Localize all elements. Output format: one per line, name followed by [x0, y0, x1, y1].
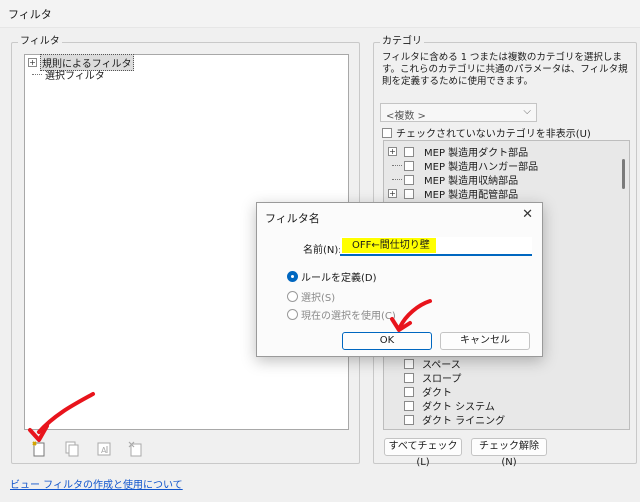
list-item[interactable]: MEP 製造用ハンガー部品 — [388, 159, 539, 173]
cancel-button[interactable]: キャンセル — [440, 332, 530, 350]
radio-button[interactable] — [287, 291, 298, 302]
list-item[interactable]: + MEP 製造用配管部品 — [388, 187, 519, 201]
list-item[interactable]: ダクト — [404, 385, 452, 399]
category-label: MEP 製造用ハンガー部品 — [424, 162, 539, 173]
rename-filter-icon[interactable]: A — [95, 440, 113, 458]
category-checkbox[interactable] — [404, 400, 414, 411]
category-checkbox[interactable] — [404, 160, 414, 171]
category-checkbox[interactable] — [404, 188, 414, 199]
tree-connector — [392, 165, 402, 166]
expand-icon[interactable]: + — [388, 189, 397, 198]
radio-label: ルールを定義(D) — [301, 273, 377, 284]
help-link[interactable]: ビュー フィルタの作成と使用について — [10, 476, 183, 491]
tree-item-label: 選択フィルタ — [45, 71, 105, 82]
chevron-down-icon[interactable]: ⌵ — [523, 106, 531, 117]
category-checkbox[interactable] — [404, 372, 414, 383]
dialog-title: フィルタ名 — [265, 212, 320, 225]
check-all-button[interactable]: すべてチェック(L) — [384, 438, 462, 468]
category-label: MEP 製造用配管部品 — [424, 190, 519, 201]
category-label: ダクト — [422, 388, 452, 399]
category-checkbox[interactable] — [404, 174, 414, 185]
uncheck-all-button[interactable]: チェック解除(N) — [471, 438, 547, 468]
list-item[interactable]: スペース — [404, 357, 461, 371]
category-checkbox[interactable] — [404, 358, 414, 369]
delete-filter-icon[interactable] — [127, 440, 145, 458]
ok-button[interactable]: OK — [342, 332, 432, 350]
category-label: MEP 製造用収納部品 — [424, 176, 519, 187]
expand-icon[interactable]: + — [388, 147, 397, 156]
radio-button[interactable] — [287, 271, 298, 282]
categories-group-label: カテゴリ — [380, 36, 424, 48]
category-label: スロープ — [422, 374, 462, 385]
radio-label: 現在の選択を使用(C) — [301, 311, 396, 322]
categories-description: フィルタに含める 1 つまたは複数のカテゴリを選択します。これらのカテゴリに共通… — [382, 52, 628, 87]
name-label: 名前(N): — [303, 245, 342, 256]
list-item[interactable]: MEP 製造用収納部品 — [388, 173, 519, 187]
filter-name-dialog: フィルタ名 ✕ 名前(N): OFF←間仕切り壁 ルールを定義(D) 選択(S)… — [256, 202, 543, 357]
hide-unchecked-label: チェックされていないカテゴリを非表示(U) — [396, 129, 591, 140]
category-label: ダクト ライニング — [422, 416, 506, 427]
close-icon[interactable]: ✕ — [522, 207, 533, 222]
hide-unchecked-checkbox[interactable] — [382, 127, 392, 138]
radio-button[interactable] — [287, 309, 298, 320]
radio-define-rules[interactable]: ルールを定義(D) — [287, 269, 377, 284]
tree-connector — [392, 179, 402, 180]
category-label: ダクト システム — [422, 402, 495, 413]
tree-item-selection-filters[interactable]: 選択フィルタ — [28, 68, 105, 82]
scrollbar-thumb[interactable] — [622, 159, 625, 189]
category-combo[interactable]: <複数 > ⌵ — [380, 103, 537, 122]
category-label: MEP 製造用ダクト部品 — [424, 148, 529, 159]
filters-group-label: フィルタ — [18, 36, 62, 48]
category-label: スペース — [422, 360, 461, 371]
list-item[interactable]: + MEP 製造用ダクト部品 — [388, 145, 529, 159]
category-checkbox[interactable] — [404, 414, 414, 425]
name-field-value[interactable]: OFF←間仕切り壁 — [342, 238, 436, 253]
window-titlebar: フィルタ — [0, 0, 640, 28]
svg-text:A: A — [101, 446, 107, 455]
category-checkbox[interactable] — [404, 146, 414, 157]
tree-connector — [32, 74, 42, 75]
window-title: フィルタ — [8, 8, 52, 21]
radio-select[interactable]: 選択(S) — [287, 289, 335, 304]
radio-use-current-selection[interactable]: 現在の選択を使用(C) — [287, 307, 396, 322]
hide-unchecked-row[interactable]: チェックされていないカテゴリを非表示(U) — [382, 125, 591, 140]
list-item[interactable]: ダクト ライニング — [404, 413, 506, 427]
list-item[interactable]: ダクト システム — [404, 399, 495, 413]
list-item[interactable]: スロープ — [404, 371, 462, 385]
expand-icon[interactable]: + — [28, 58, 37, 67]
radio-label: 選択(S) — [301, 293, 336, 304]
category-checkbox[interactable] — [404, 386, 414, 397]
combo-value: <複数 > — [386, 111, 426, 122]
duplicate-filter-icon[interactable] — [63, 440, 81, 458]
new-filter-icon[interactable] — [30, 440, 48, 458]
